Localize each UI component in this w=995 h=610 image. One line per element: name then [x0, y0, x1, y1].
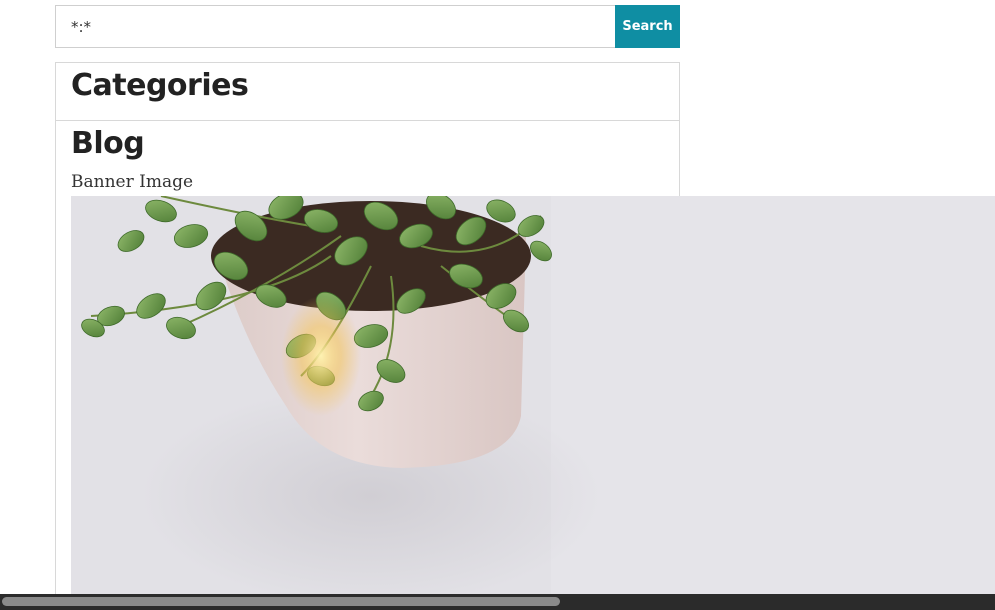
- blog-heading: Blog: [71, 126, 145, 161]
- banner-image-label: Banner Image: [71, 172, 194, 192]
- search-form: Search: [55, 5, 680, 48]
- banner-image: [71, 196, 995, 596]
- categories-widget: Categories: [55, 62, 680, 121]
- horizontal-scrollbar-thumb[interactable]: [2, 597, 560, 606]
- page: Search Categories Blog Banner Image: [0, 0, 995, 610]
- categories-heading: Categories: [71, 68, 249, 103]
- search-button[interactable]: Search: [615, 5, 680, 48]
- potted-plant-photo: [71, 196, 995, 596]
- search-input[interactable]: [55, 5, 615, 48]
- horizontal-scrollbar[interactable]: [0, 594, 995, 610]
